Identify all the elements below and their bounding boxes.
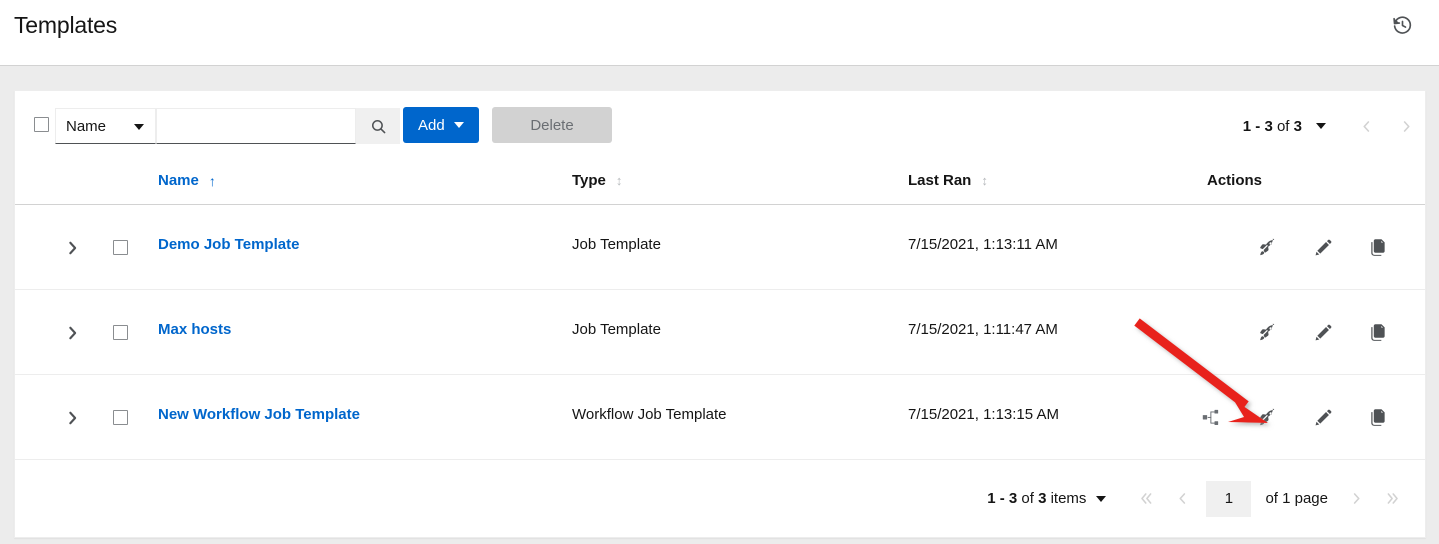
edit-button[interactable] [1295, 399, 1351, 435]
chevron-right-icon [68, 411, 76, 425]
sort-both-icon: ↕ [981, 173, 988, 188]
launch-button[interactable] [1239, 229, 1295, 265]
template-name-link[interactable]: Max hosts [158, 321, 231, 338]
first-page-button[interactable] [1128, 481, 1164, 517]
launch-icon [1259, 322, 1274, 340]
copy-button[interactable] [1351, 314, 1407, 350]
copy-icon [1370, 323, 1385, 341]
copy-button[interactable] [1351, 399, 1407, 435]
workflow-visualizer-icon [1202, 409, 1218, 425]
row-select-checkbox[interactable] [113, 240, 128, 255]
search-input[interactable] [156, 108, 356, 144]
bottom-of-word: of [1017, 490, 1039, 507]
row-expand-toggle[interactable] [60, 406, 84, 430]
edit-button[interactable] [1295, 229, 1351, 265]
row-actions [1239, 314, 1407, 350]
top-pagination-summary: 1 - 3 of 3 [1243, 118, 1302, 135]
chevron-down-icon [453, 122, 464, 128]
add-button-label: Add [418, 116, 445, 134]
edit-icon [1315, 324, 1331, 340]
launch-icon [1259, 407, 1274, 425]
edit-button[interactable] [1295, 314, 1351, 350]
chevron-right-icon [1353, 493, 1360, 504]
edit-icon [1315, 239, 1331, 255]
chevron-down-icon [134, 124, 144, 130]
template-type: Job Template [572, 321, 661, 338]
top-per-page-caret-icon[interactable] [1316, 123, 1326, 129]
search-icon [371, 119, 385, 133]
template-last-ran: 7/15/2021, 1:13:11 AM [908, 236, 1058, 253]
column-header-actions: Actions [1207, 172, 1262, 189]
last-page-button[interactable] [1374, 481, 1410, 517]
top-of-word: of [1272, 117, 1294, 135]
template-last-ran: 7/15/2021, 1:13:15 AM [908, 406, 1059, 423]
page-title: Templates [14, 12, 118, 38]
top-next-page-button[interactable] [1388, 108, 1424, 144]
table-row: Demo Job Template Job Template 7/15/2021… [15, 205, 1425, 290]
bottom-pagination-summary: 1 - 3 of 3 items [987, 490, 1086, 507]
chevron-left-icon [1362, 120, 1369, 132]
row-expand-toggle[interactable] [60, 236, 84, 260]
row-actions [1239, 229, 1407, 265]
template-name-link[interactable]: New Workflow Job Template [158, 406, 360, 423]
page-number-input[interactable] [1206, 480, 1252, 517]
column-header-type-label: Type [572, 172, 606, 189]
chevron-left-icon [1179, 493, 1186, 504]
filter-field-label: Name [66, 117, 107, 135]
add-button[interactable]: Add [403, 107, 479, 143]
table-header-row: Name ↑ Type ↕ Last Ran ↕ Actions [15, 159, 1425, 205]
row-actions [1183, 399, 1407, 435]
row-expand-toggle[interactable] [60, 321, 84, 345]
chevron-right-icon [1403, 120, 1410, 132]
column-header-name-label: Name [158, 172, 199, 189]
table-row: Max hosts Job Template 7/15/2021, 1:11:4… [15, 290, 1425, 375]
of-pages-label: of 1 page [1265, 490, 1328, 507]
copy-icon [1370, 238, 1385, 256]
bottom-items-word: items [1046, 490, 1087, 507]
page-header: Templates [0, 0, 1439, 66]
delete-button[interactable]: Delete [492, 107, 612, 143]
bottom-per-page-caret-icon[interactable] [1096, 495, 1107, 502]
top-range: 1 - 3 [1242, 117, 1273, 135]
column-header-name[interactable]: Name ↑ [158, 172, 216, 189]
copy-button[interactable] [1351, 229, 1407, 265]
next-page-button[interactable] [1338, 481, 1374, 517]
history-icon[interactable] [1387, 10, 1417, 40]
previous-page-button[interactable] [1164, 481, 1200, 517]
column-header-type[interactable]: Type ↕ [572, 172, 622, 189]
filter-field-select[interactable]: Name [55, 108, 156, 144]
row-select-checkbox[interactable] [113, 325, 128, 340]
select-all-checkbox[interactable] [34, 117, 49, 132]
angle-double-left-icon [1141, 493, 1152, 504]
copy-icon [1370, 408, 1385, 426]
template-last-ran: 7/15/2021, 1:11:47 AM [908, 321, 1058, 338]
workflow-visualizer-button[interactable] [1183, 399, 1239, 435]
list-toolbar: Name [15, 91, 1425, 159]
column-header-last-ran[interactable]: Last Ran ↕ [908, 172, 988, 189]
edit-icon [1315, 409, 1331, 425]
column-header-last-ran-label: Last Ran [908, 172, 972, 189]
chevron-right-icon [68, 326, 76, 340]
top-total: 3 [1293, 117, 1302, 135]
template-name-link[interactable]: Demo Job Template [158, 236, 299, 253]
launch-button[interactable] [1239, 314, 1295, 350]
row-select-checkbox[interactable] [113, 410, 128, 425]
template-type: Job Template [572, 236, 661, 253]
sort-asc-icon: ↑ [208, 172, 216, 189]
template-type: Workflow Job Template [572, 406, 727, 423]
search-button[interactable] [356, 108, 400, 144]
table-row: New Workflow Job Template Workflow Job T… [15, 375, 1425, 460]
top-pagination: 1 - 3 of 3 [1243, 108, 1424, 144]
column-header-actions-label: Actions [1207, 172, 1263, 189]
launch-icon [1259, 237, 1274, 255]
bottom-pagination: 1 - 3 of 3 items of 1 page [15, 460, 1425, 537]
chevron-right-icon [68, 241, 76, 255]
angle-double-right-icon [1387, 493, 1398, 504]
sort-both-icon: ↕ [615, 173, 623, 188]
delete-button-label: Delete [530, 116, 574, 134]
bottom-range: 1 - 3 [987, 490, 1018, 507]
templates-card: Name Name ↑ Type ↕ Last Ran ↕ Actions De… [14, 90, 1426, 538]
top-previous-page-button[interactable] [1348, 108, 1384, 144]
launch-button[interactable] [1239, 399, 1295, 435]
